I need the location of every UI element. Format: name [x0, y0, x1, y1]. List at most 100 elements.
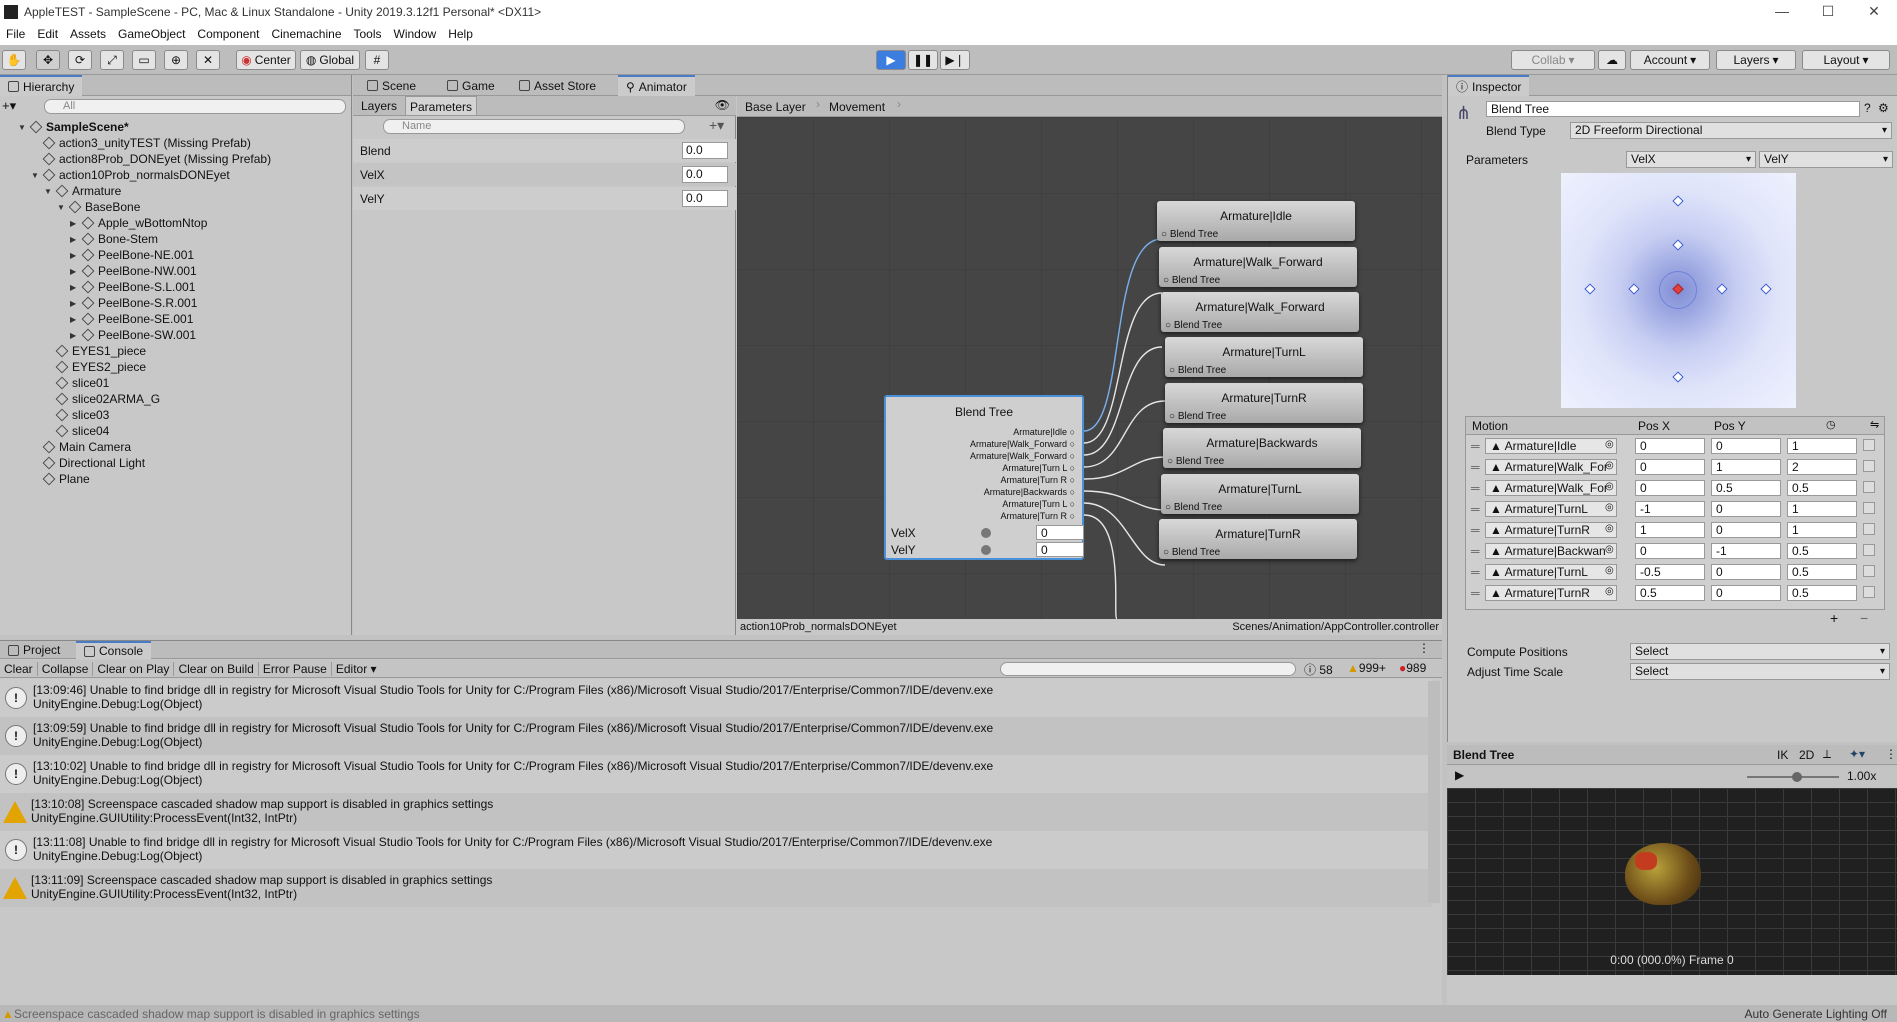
time-scale-field[interactable]: 2: [1787, 459, 1857, 475]
rotate-tool-icon[interactable]: ⟳: [68, 50, 92, 70]
pos-x-field[interactable]: 1: [1635, 522, 1705, 538]
ik-toggle[interactable]: IK: [1777, 748, 1788, 762]
menu-file[interactable]: File: [0, 27, 31, 41]
mirror-checkbox[interactable]: [1863, 502, 1875, 514]
blend-tree-output[interactable]: Armature|Walk_Forward ○: [970, 451, 1075, 461]
mirror-checkbox[interactable]: [1863, 439, 1875, 451]
hierarchy-item[interactable]: ▶ Bone-Stem: [0, 231, 158, 247]
tab-animator[interactable]: ⚲ Animator: [618, 75, 695, 96]
object-picker-icon[interactable]: ◎: [1605, 439, 1614, 450]
console-entry[interactable]: [13:11:09] Screenspace cascaded shadow m…: [0, 869, 1432, 907]
motion-node[interactable]: Armature|TurnR ○ Blend Tree: [1159, 519, 1357, 559]
motion-point[interactable]: [1628, 283, 1640, 295]
motion-point[interactable]: [1760, 283, 1772, 295]
pos-y-field[interactable]: 0: [1711, 522, 1781, 538]
eye-icon[interactable]: 👁: [715, 98, 730, 112]
motion-row[interactable]: ═ ▲ Armature|TurnL ◎ -0.5 0 0.5: [1465, 563, 1875, 583]
avatar-icon[interactable]: ✦▾: [1849, 747, 1865, 761]
menu-tools[interactable]: Tools: [348, 27, 388, 41]
motion-point[interactable]: [1672, 195, 1684, 207]
cloud-icon[interactable]: ☁: [1598, 50, 1626, 70]
motion-node[interactable]: Armature|Idle ○ Blend Tree: [1157, 201, 1355, 241]
hierarchy-item[interactable]: ▶ PeelBone-S.R.001: [0, 295, 197, 311]
pos-y-field[interactable]: 0.5: [1711, 480, 1781, 496]
hierarchy-item[interactable]: ▼ action10Prob_normalsDONEyet: [0, 167, 230, 183]
preview-viewport[interactable]: 0:00 (000.0%) Frame 0: [1447, 788, 1897, 975]
blend-tree-output[interactable]: Armature|Idle ○: [1013, 427, 1075, 437]
breadcrumb-base-layer[interactable]: Base Layer: [745, 100, 806, 114]
motion-row[interactable]: ═ ▲ Armature|TurnR ◎ 0.5 0 0.5: [1465, 584, 1875, 604]
motion-node[interactable]: Armature|Walk_Forward ○ Blend Tree: [1161, 292, 1359, 332]
expand-arrow-icon[interactable]: ▶: [70, 283, 78, 292]
menu-assets[interactable]: Assets: [64, 27, 112, 41]
motion-field[interactable]: ▲ Armature|Backwan: [1485, 543, 1617, 559]
pos-x-field[interactable]: 0.5: [1635, 585, 1705, 601]
global-toggle[interactable]: ◍ Global: [300, 50, 360, 70]
expand-arrow-icon[interactable]: ▶: [70, 315, 78, 324]
help-icon[interactable]: ?: [1864, 101, 1871, 115]
parameter-value-field[interactable]: 0.0: [682, 190, 728, 207]
step-button[interactable]: ▶❘: [940, 50, 970, 70]
pivot-icon[interactable]: ⟂: [1823, 747, 1831, 762]
drag-handle-icon[interactable]: ═: [1471, 460, 1480, 474]
hierarchy-item[interactable]: ▶ PeelBone-NE.001: [0, 247, 194, 263]
menu-edit[interactable]: Edit: [31, 27, 64, 41]
hierarchy-item[interactable]: ▶ PeelBone-SE.001: [0, 311, 193, 327]
hierarchy-item[interactable]: EYES2_piece: [0, 359, 146, 375]
velx-slider[interactable]: VelX 0: [891, 525, 1084, 541]
menu-help[interactable]: Help: [442, 27, 479, 41]
hierarchy-item[interactable]: Directional Light: [0, 455, 145, 471]
tab-project[interactable]: Project: [0, 641, 68, 659]
hierarchy-item[interactable]: slice02ARMA_G: [0, 391, 160, 407]
parameter-row[interactable]: Blend 0.0: [353, 139, 736, 162]
motion-field[interactable]: ▲ Armature|TurnR: [1485, 522, 1617, 538]
pos-y-field[interactable]: -1: [1711, 543, 1781, 559]
object-picker-icon[interactable]: ◎: [1605, 565, 1614, 576]
more-icon[interactable]: ⋮: [1885, 747, 1897, 761]
hierarchy-item[interactable]: Plane: [0, 471, 90, 487]
expand-arrow-icon[interactable]: ▶: [70, 251, 78, 260]
expand-arrow-icon[interactable]: ▼: [31, 171, 39, 180]
parameter-value-field[interactable]: 0.0: [682, 166, 728, 183]
drag-handle-icon[interactable]: ═: [1471, 481, 1480, 495]
param-x-dropdown[interactable]: VelX: [1626, 151, 1756, 168]
pos-x-field[interactable]: 0: [1635, 438, 1705, 454]
motion-node[interactable]: Armature|TurnL ○ Blend Tree: [1161, 474, 1359, 514]
blend-tree-output[interactable]: Armature|Walk_Forward ○: [970, 439, 1075, 449]
minimize-icon[interactable]: —: [1759, 3, 1805, 20]
expand-arrow-icon[interactable]: ▼: [18, 123, 26, 132]
motion-node[interactable]: Armature|Backwards ○ Blend Tree: [1163, 428, 1361, 468]
more-icon[interactable]: ⋮: [1418, 641, 1430, 655]
pivot-center-toggle[interactable]: ◉ Center: [236, 50, 296, 70]
expand-arrow-icon[interactable]: ▶: [70, 299, 78, 308]
vely-slider-handle[interactable]: [981, 545, 991, 555]
motion-point[interactable]: [1716, 283, 1728, 295]
time-scale-field[interactable]: 0.5: [1787, 480, 1857, 496]
editor-dropdown[interactable]: Editor ▾: [332, 662, 381, 676]
pos-x-field[interactable]: 0: [1635, 480, 1705, 496]
hierarchy-item[interactable]: ▶ PeelBone-S.L.001: [0, 279, 195, 295]
2d-toggle[interactable]: 2D: [1799, 748, 1814, 762]
pos-y-field[interactable]: 0: [1711, 438, 1781, 454]
console-scrollbar[interactable]: [1428, 681, 1440, 903]
menu-cinemachine[interactable]: Cinemachine: [265, 27, 347, 41]
move-tool-icon[interactable]: ✥: [36, 50, 60, 70]
warning-count-toggle[interactable]: ▲999+: [1347, 661, 1386, 675]
console-entry[interactable]: [13:10:08] Screenspace cascaded shadow m…: [0, 793, 1432, 831]
clear-on-play-button[interactable]: Clear on Play: [93, 661, 175, 676]
blend-space-visualizer[interactable]: [1561, 173, 1796, 408]
hierarchy-item[interactable]: action3_unityTEST (Missing Prefab): [0, 135, 251, 151]
motion-row[interactable]: ═ ▲ Armature|Idle ◎ 0 0 1: [1465, 437, 1875, 457]
expand-arrow-icon[interactable]: ▼: [57, 203, 65, 212]
vely-slider[interactable]: VelY 0: [891, 542, 1084, 558]
parameter-search-input[interactable]: Name: [383, 119, 685, 134]
scale-tool-icon[interactable]: ⤢: [100, 50, 124, 70]
blend-type-dropdown[interactable]: 2D Freeform Directional: [1570, 122, 1892, 139]
motion-row[interactable]: ═ ▲ Armature|TurnL ◎ -1 0 1: [1465, 500, 1875, 520]
lighting-status[interactable]: Auto Generate Lighting Off: [1744, 1007, 1887, 1021]
motion-field[interactable]: ▲ Armature|Idle: [1485, 438, 1617, 454]
blend-tree-output[interactable]: Armature|Backwards ○: [984, 487, 1075, 497]
velx-field[interactable]: 0: [1036, 525, 1084, 540]
console-entry[interactable]: ! [13:09:46] Unable to find bridge dll in…: [0, 679, 1432, 717]
pos-x-field[interactable]: -0.5: [1635, 564, 1705, 580]
